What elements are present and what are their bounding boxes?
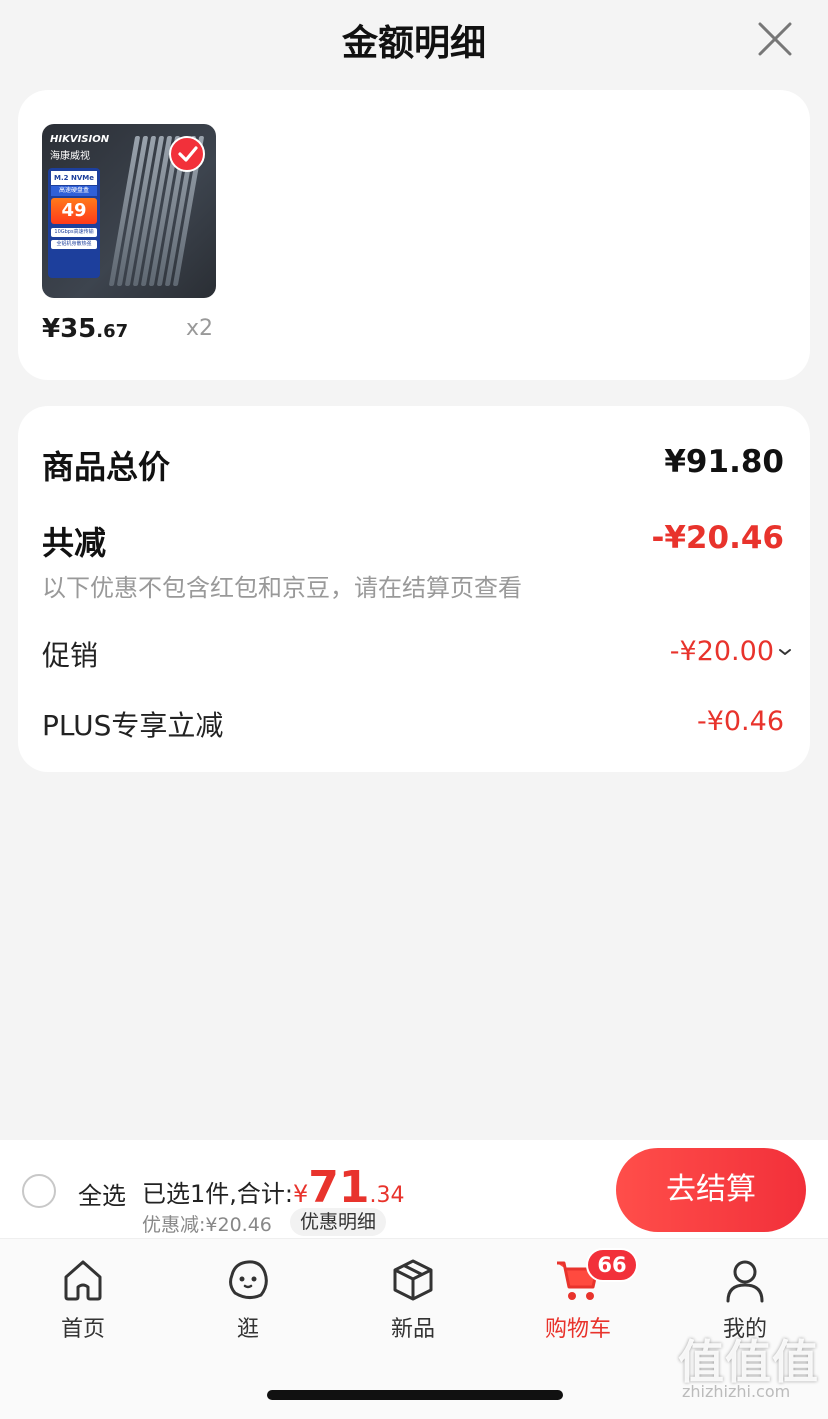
select-all-checkbox[interactable] <box>22 1174 56 1208</box>
thumbnail-brand-cn: 海康威视 <box>50 151 90 162</box>
watermark: 值值值 zhizhizhi.com <box>678 1326 822 1406</box>
product-card: HIKVISION 海康威视 M.2 NVMe 高速硬盘盒 49 10Gbps高… <box>18 90 810 380</box>
tab-new[interactable]: 新品 <box>358 1253 468 1343</box>
tab-label: 首页 <box>60 1317 105 1342</box>
page-title: 金额明细 <box>341 23 486 64</box>
header: 金额明细 <box>0 0 828 80</box>
home-indicator[interactable] <box>267 1390 563 1400</box>
thumbnail-tag: 高速硬盘盒 <box>51 186 97 196</box>
tab-explore[interactable]: 逛 <box>193 1253 303 1343</box>
tab-label: 新品 <box>390 1317 435 1342</box>
thumbnail-feature: 全铝机身散热强 <box>51 240 97 249</box>
plus-value: -¥0.46 <box>696 706 784 737</box>
unit-price: ¥35.67 <box>42 314 128 344</box>
watermark-domain: zhizhizhi.com <box>682 1382 791 1401</box>
unit-price-cents: .67 <box>96 321 129 342</box>
thumbnail-model: M.2 NVMe <box>51 171 97 185</box>
total-label: 商品总价 <box>42 448 171 486</box>
total-amount-cents: .34 <box>369 1183 405 1208</box>
home-icon <box>64 1260 102 1301</box>
promo-value: -¥20.00 <box>669 636 774 667</box>
watermark-logo: 值值值 <box>678 1335 819 1389</box>
selected-check-icon <box>169 136 205 172</box>
product-thumbnail[interactable]: HIKVISION 海康威视 M.2 NVMe 高速硬盘盒 49 10Gbps高… <box>42 124 216 298</box>
checkout-button[interactable]: 去结算 <box>616 1148 806 1232</box>
cart-count-badge: 66 <box>586 1248 638 1282</box>
face-icon <box>229 1260 268 1300</box>
total-summary: 已选1件,合计:¥71.34 <box>142 1162 405 1213</box>
tab-label: 购物车 <box>544 1317 611 1342</box>
thumbnail-feature: 10Gbps高速传输 <box>51 228 97 237</box>
checkout-bar: 全选 已选1件,合计:¥71.34 优惠减:¥20.46 优惠明细 去结算 <box>0 1140 828 1238</box>
promo-label: 促销 <box>42 639 99 672</box>
discount-note: 以下优惠不包含红包和京豆，请在结算页查看 <box>42 574 522 602</box>
close-icon[interactable] <box>756 20 794 58</box>
box-icon <box>393 1259 433 1301</box>
thumbnail-brand: HIKVISION <box>50 134 110 145</box>
select-all-label[interactable]: 全选 <box>78 1176 126 1211</box>
discount-amount: 优惠减:¥20.46 <box>142 1214 272 1236</box>
close-button[interactable] <box>756 20 794 58</box>
plus-label: PLUS专享立减 <box>42 709 224 742</box>
thumbnail-price-tag: 49 <box>51 198 97 224</box>
tab-label: 逛 <box>236 1317 259 1342</box>
thumbnail-promo-panel: M.2 NVMe 高速硬盘盒 49 10Gbps高速传输 全铝机身散热强 <box>48 168 100 278</box>
discount-detail-button[interactable]: 优惠明细 <box>290 1208 387 1236</box>
reduce-value: -¥20.46 <box>651 520 785 556</box>
total-currency: ¥ <box>292 1180 309 1208</box>
price-summary-card: 商品总价 ¥91.80 共减 -¥20.46 以下优惠不包含红包和京豆，请在结算… <box>18 406 810 772</box>
person-icon <box>726 1260 764 1303</box>
unit-price-main: ¥35 <box>42 314 97 344</box>
chevron-down-icon[interactable] <box>778 647 792 657</box>
reduce-label: 共减 <box>42 524 107 562</box>
total-value: ¥91.80 <box>664 444 784 480</box>
tab-home[interactable]: 首页 <box>28 1253 138 1343</box>
total-amount-main: 71 <box>308 1162 370 1213</box>
quantity: x2 <box>186 316 214 341</box>
selected-count-text: 已选1件,合计: <box>142 1180 293 1208</box>
